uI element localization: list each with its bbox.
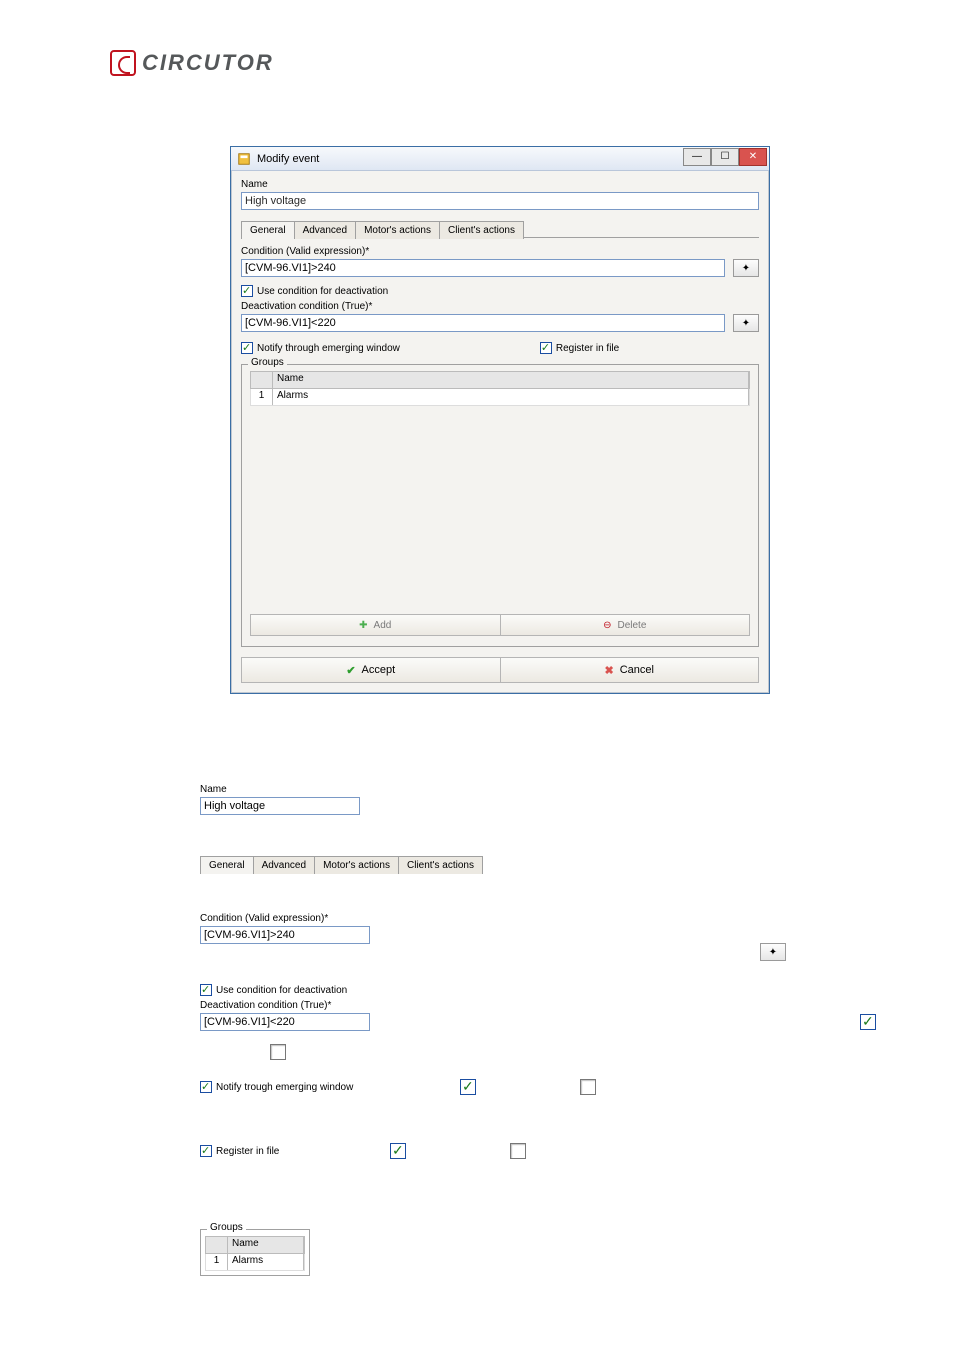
- groups-legend: Groups: [248, 357, 287, 368]
- groups-grid-header: Name: [250, 371, 750, 389]
- closeup-notify-checkbox[interactable]: [200, 1081, 212, 1093]
- closeup-groups-header: Name: [205, 1236, 305, 1254]
- use-deactivation-label: Use condition for deactivation: [257, 286, 388, 297]
- brand-name: CIRCUTOR: [142, 50, 274, 76]
- closeup-groups-legend: Groups: [207, 1222, 246, 1233]
- delete-label: Delete: [617, 620, 646, 631]
- closeup-notify-unchecked-sample[interactable]: [580, 1079, 596, 1095]
- dialog-titlebar[interactable]: Modify event — ☐ ✕: [231, 147, 769, 171]
- name-input[interactable]: [241, 192, 759, 210]
- closeup-use-deact-checkbox[interactable]: [200, 984, 212, 996]
- deactivation-label: Deactivation condition (True)*: [241, 301, 759, 312]
- closeup-deact-label: Deactivation condition (True)*: [200, 1000, 940, 1011]
- use-deactivation-checkbox[interactable]: [241, 285, 253, 297]
- closeup-tabs: General Advanced Motor's actions Client'…: [200, 855, 940, 873]
- add-label: Add: [374, 620, 392, 631]
- wand-icon: ✦: [742, 263, 750, 274]
- closeup-col-rownum: [206, 1237, 228, 1253]
- closeup-condition-label: Condition (Valid expression)*: [200, 913, 940, 924]
- dialog-title: Modify event: [257, 153, 319, 165]
- app-icon: [237, 152, 251, 166]
- condition-wizard-button[interactable]: ✦: [733, 259, 759, 277]
- tab-general[interactable]: General: [241, 221, 295, 239]
- cross-icon: ✖: [605, 664, 614, 677]
- delete-group-button[interactable]: ⊖ Delete: [501, 614, 751, 636]
- condition-input[interactable]: [241, 259, 725, 277]
- closeup-tab-clients[interactable]: Client's actions: [398, 856, 483, 874]
- closeup-register-checked-sample[interactable]: [390, 1143, 406, 1159]
- close-button[interactable]: ✕: [739, 148, 767, 166]
- closeup-tab-advanced[interactable]: Advanced: [253, 856, 315, 874]
- table-row[interactable]: 1 Alarms: [205, 1254, 305, 1271]
- notify-checkbox[interactable]: [241, 342, 253, 354]
- closeup-tab-general[interactable]: General: [200, 856, 254, 874]
- closeup-condition-wizard-button[interactable]: ✦: [760, 943, 786, 961]
- closeup-col-name: Name: [228, 1237, 304, 1253]
- tab-motors-actions[interactable]: Motor's actions: [355, 221, 440, 239]
- maximize-button[interactable]: ☐: [711, 148, 739, 166]
- deactivation-wizard-button[interactable]: ✦: [733, 314, 759, 332]
- closeup-name-input[interactable]: [200, 797, 360, 815]
- closeup-register-label: Register in file: [216, 1146, 279, 1157]
- cancel-button[interactable]: ✖ Cancel: [501, 657, 760, 683]
- register-label: Register in file: [556, 343, 619, 354]
- minimize-button[interactable]: —: [683, 148, 711, 166]
- logo-mark-icon: [110, 50, 136, 76]
- group-row-num: 1: [251, 389, 273, 405]
- tab-clients-actions[interactable]: Client's actions: [439, 221, 524, 239]
- name-label: Name: [241, 179, 759, 190]
- wand-icon: ✦: [742, 318, 750, 329]
- closeup-notify-label: Notify trough emerging window: [216, 1082, 353, 1093]
- table-row[interactable]: 1 Alarms: [250, 389, 750, 406]
- brand-logo: CIRCUTOR: [110, 50, 894, 76]
- tab-advanced[interactable]: Advanced: [294, 221, 356, 239]
- add-group-button[interactable]: ✚ Add: [250, 614, 501, 636]
- closeup-deact-spare-checkbox-unchecked[interactable]: [270, 1044, 286, 1060]
- tabs: General Advanced Motor's actions Client'…: [241, 220, 759, 238]
- cancel-label: Cancel: [620, 664, 654, 676]
- groups-col-name: Name: [273, 372, 749, 388]
- closeup-deact-input[interactable]: [200, 1013, 370, 1031]
- groups-col-rownum: [251, 372, 273, 388]
- closeup-condition-input[interactable]: [200, 926, 370, 944]
- closeup-register-unchecked-sample[interactable]: [510, 1143, 526, 1159]
- plus-icon: ✚: [359, 620, 367, 631]
- closeup-use-deact-label: Use condition for deactivation: [216, 985, 347, 996]
- closeup-groups-fieldset: Groups Name 1 Alarms: [200, 1229, 310, 1276]
- deactivation-input[interactable]: [241, 314, 725, 332]
- closeup-row-name: Alarms: [228, 1254, 304, 1270]
- closeup-tab-motors[interactable]: Motor's actions: [314, 856, 399, 874]
- notify-label: Notify through emerging window: [257, 343, 400, 354]
- closeup-row-num: 1: [206, 1254, 228, 1270]
- condition-label: Condition (Valid expression)*: [241, 246, 759, 257]
- register-checkbox[interactable]: [540, 342, 552, 354]
- closeup-deact-spare-checkbox-checked[interactable]: [860, 1014, 876, 1030]
- groups-fieldset: Groups Name 1 Alarms ✚ Add ⊖: [241, 364, 759, 647]
- wand-icon: ✦: [769, 947, 777, 958]
- modify-event-dialog: Modify event — ☐ ✕ Name General Advanced…: [230, 146, 770, 694]
- closeup-name-label: Name: [200, 784, 940, 795]
- accept-button[interactable]: ✔ Accept: [241, 657, 501, 683]
- group-row-name: Alarms: [273, 389, 749, 405]
- closeup-notify-checked-sample[interactable]: [460, 1079, 476, 1095]
- accept-label: Accept: [362, 664, 396, 676]
- closeup-register-checkbox[interactable]: [200, 1145, 212, 1157]
- minus-icon: ⊖: [603, 620, 611, 631]
- check-icon: ✔: [346, 664, 355, 677]
